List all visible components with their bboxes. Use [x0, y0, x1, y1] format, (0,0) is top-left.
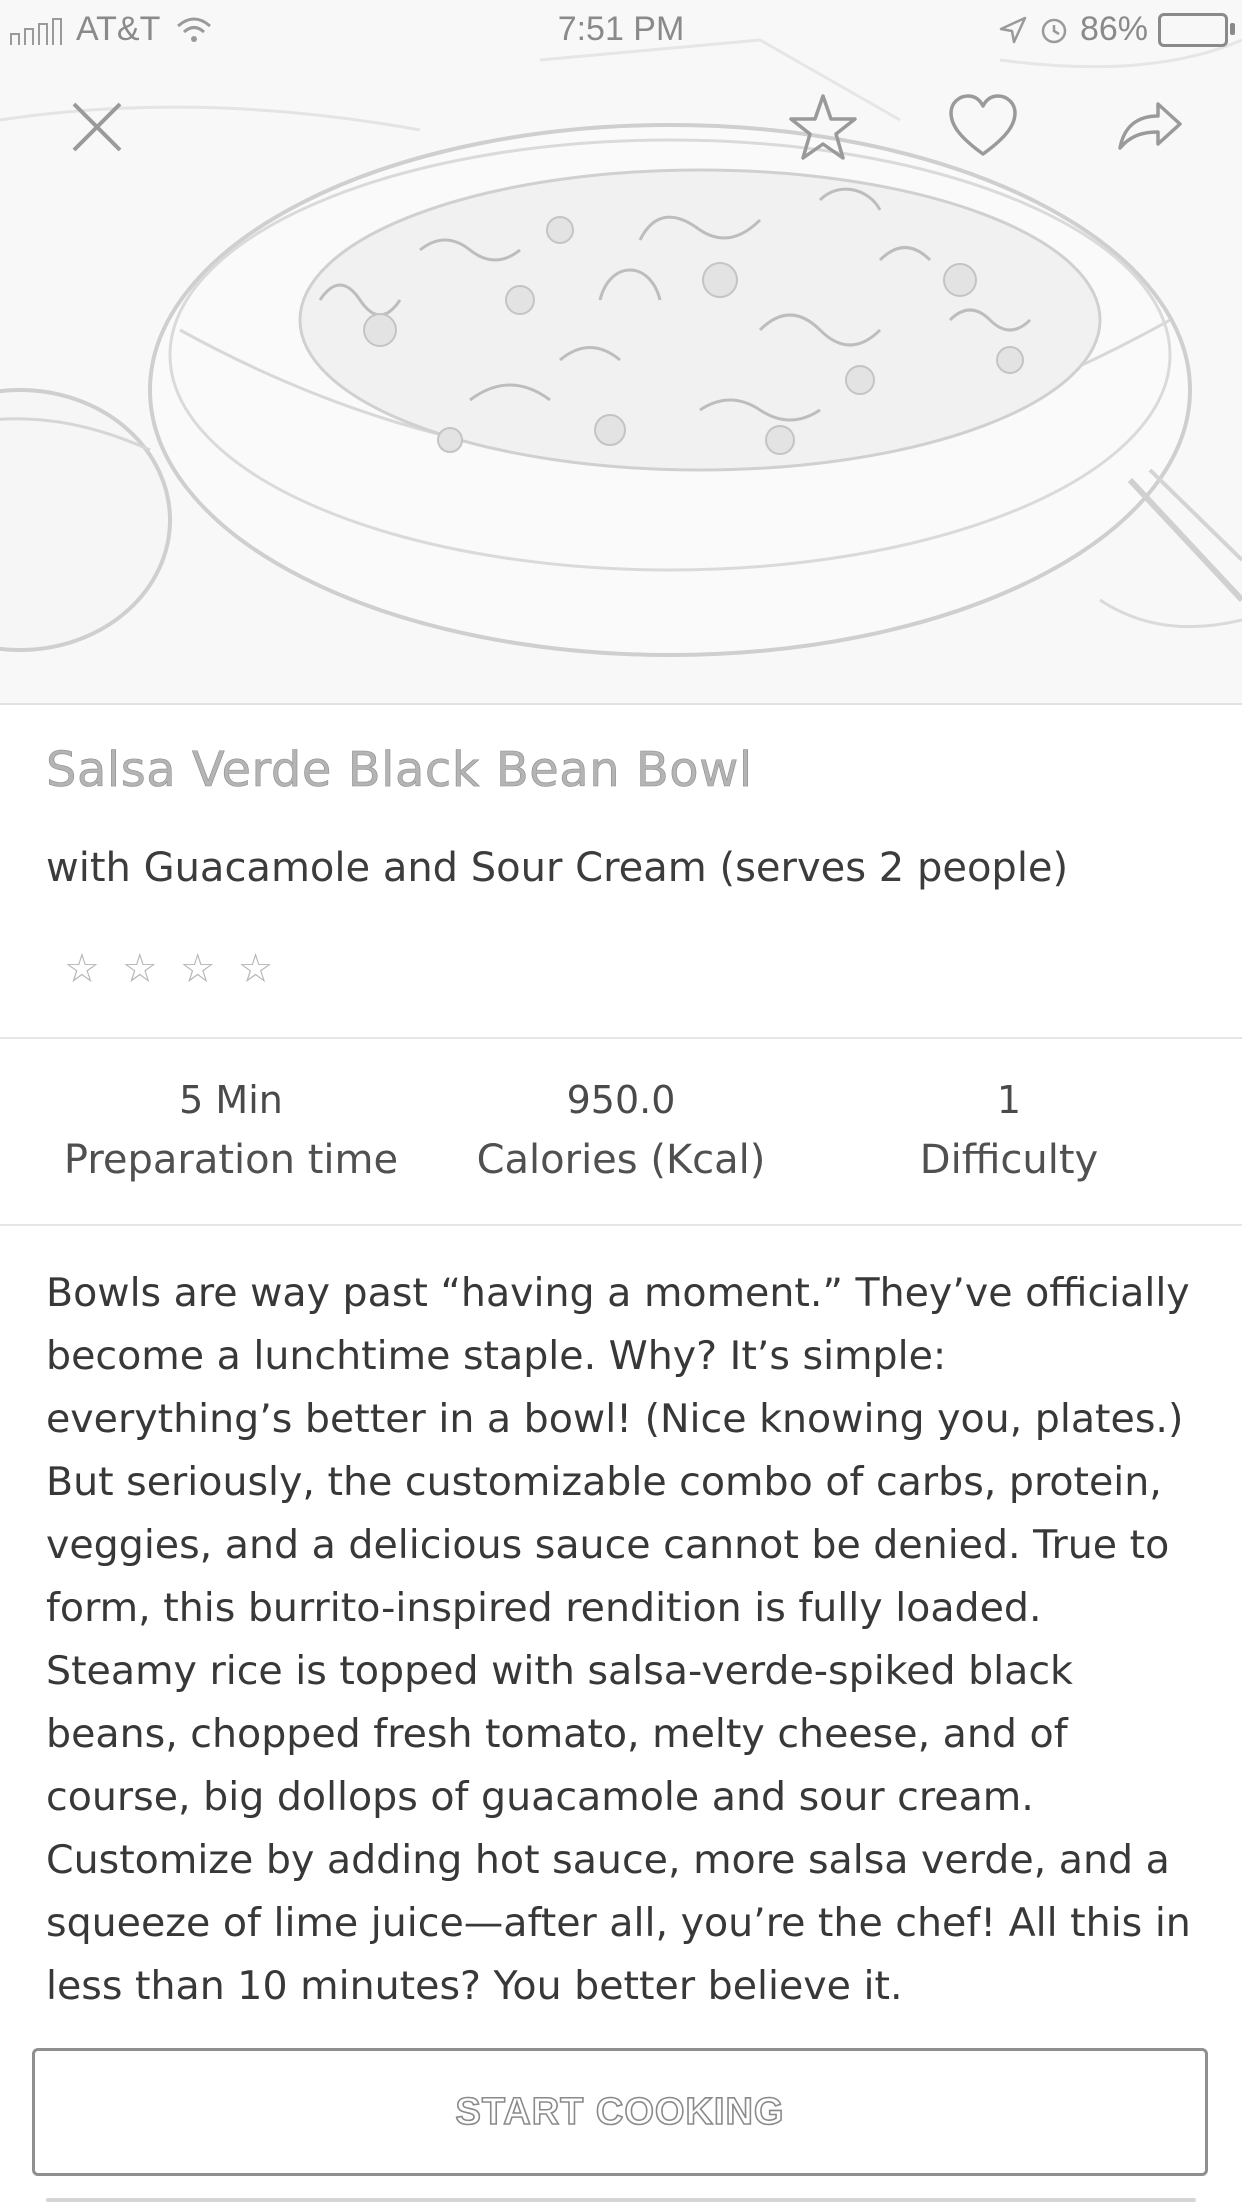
- close-icon: [72, 102, 122, 152]
- description-line: less than 10 minutes? You better believe…: [46, 1963, 903, 2009]
- stat-value: 1: [996, 1078, 1022, 1122]
- rating-star-2-icon[interactable]: ☆: [122, 947, 158, 991]
- star-icon: [789, 94, 857, 160]
- stat-calories: 950.0 Calories (Kcal): [414, 1072, 828, 1192]
- description-line: form, this burrito-inspired rendition is…: [46, 1585, 1042, 1631]
- divider: [0, 1224, 1242, 1226]
- description-line: course, big dollops of guacamole and sou…: [46, 1774, 1034, 1820]
- description-line: become a lunchtime staple. Why? It’s sim…: [46, 1333, 947, 1379]
- recipe-stats: 5 Min Preparation time 950.0 Calories (K…: [0, 1040, 1242, 1224]
- stat-value: 950.0: [566, 1078, 676, 1122]
- battery-icon: [1158, 12, 1235, 47]
- description-line: But seriously, the customizable combo of…: [46, 1459, 1162, 1505]
- recipe-title: Salsa Verde Black Bean Bowl: [46, 742, 753, 799]
- description-line: Customize by adding hot sauce, more sals…: [46, 1837, 1170, 1883]
- favorite-star-button[interactable]: [788, 92, 858, 162]
- recipe-subtitle: with Guacamole and Sour Cream (serves 2 …: [46, 845, 1069, 891]
- battery-percent: 86%: [1079, 10, 1148, 48]
- stat-label: Preparation time: [63, 1137, 399, 1183]
- stat-label: Difficulty: [919, 1137, 1099, 1183]
- close-button[interactable]: [62, 92, 132, 162]
- status-bar: AT&T 7:51 PM 86%: [0, 0, 1242, 62]
- food-bowl-illustration: [0, 0, 1242, 703]
- location-arrow-icon: [999, 16, 1027, 43]
- alarm-icon: [1041, 18, 1067, 43]
- start-cooking-label: START COOKING: [455, 2090, 785, 2134]
- stat-value: 5 Min: [179, 1078, 283, 1122]
- rating-star-1-icon[interactable]: ☆: [64, 947, 100, 991]
- description-line: Bowls are way past “having a moment.” Th…: [46, 1270, 1190, 1316]
- description-line: beans, chopped fresh tomato, melty chees…: [46, 1711, 1068, 1757]
- recipe-detail-screen: AT&T 7:51 PM 86% Salsa Verde Black Bean …: [0, 0, 1242, 2208]
- scrolled-content-peek: [46, 2186, 1196, 2208]
- share-icon: [1118, 102, 1182, 150]
- rating-star-3-icon[interactable]: ☆: [180, 947, 216, 991]
- description-line: everything’s better in a bowl! (Nice kno…: [46, 1396, 1184, 1442]
- description-line: veggies, and a delicious sauce cannot be…: [46, 1522, 1170, 1568]
- share-button[interactable]: [1114, 92, 1184, 162]
- description-line: Steamy rice is topped with salsa-verde-s…: [46, 1648, 1073, 1694]
- rating-star-4-icon[interactable]: ☆: [238, 947, 274, 991]
- divider: [0, 1037, 1242, 1039]
- like-button[interactable]: [948, 92, 1018, 162]
- stat-difficulty: 1 Difficulty: [802, 1072, 1216, 1192]
- start-cooking-button[interactable]: START COOKING: [32, 2048, 1208, 2176]
- recipe-description: Bowls are way past “having a moment.” Th…: [46, 1262, 1196, 2018]
- stat-preparation-time: 5 Min Preparation time: [24, 1072, 438, 1192]
- description-line: squeeze of lime juice—after all, you’re …: [46, 1900, 1191, 1946]
- recipe-hero-image: [0, 0, 1242, 705]
- stat-label: Calories (Kcal): [476, 1137, 766, 1183]
- heart-icon: [949, 94, 1017, 156]
- rating-stars[interactable]: ☆ ☆ ☆ ☆: [64, 947, 295, 991]
